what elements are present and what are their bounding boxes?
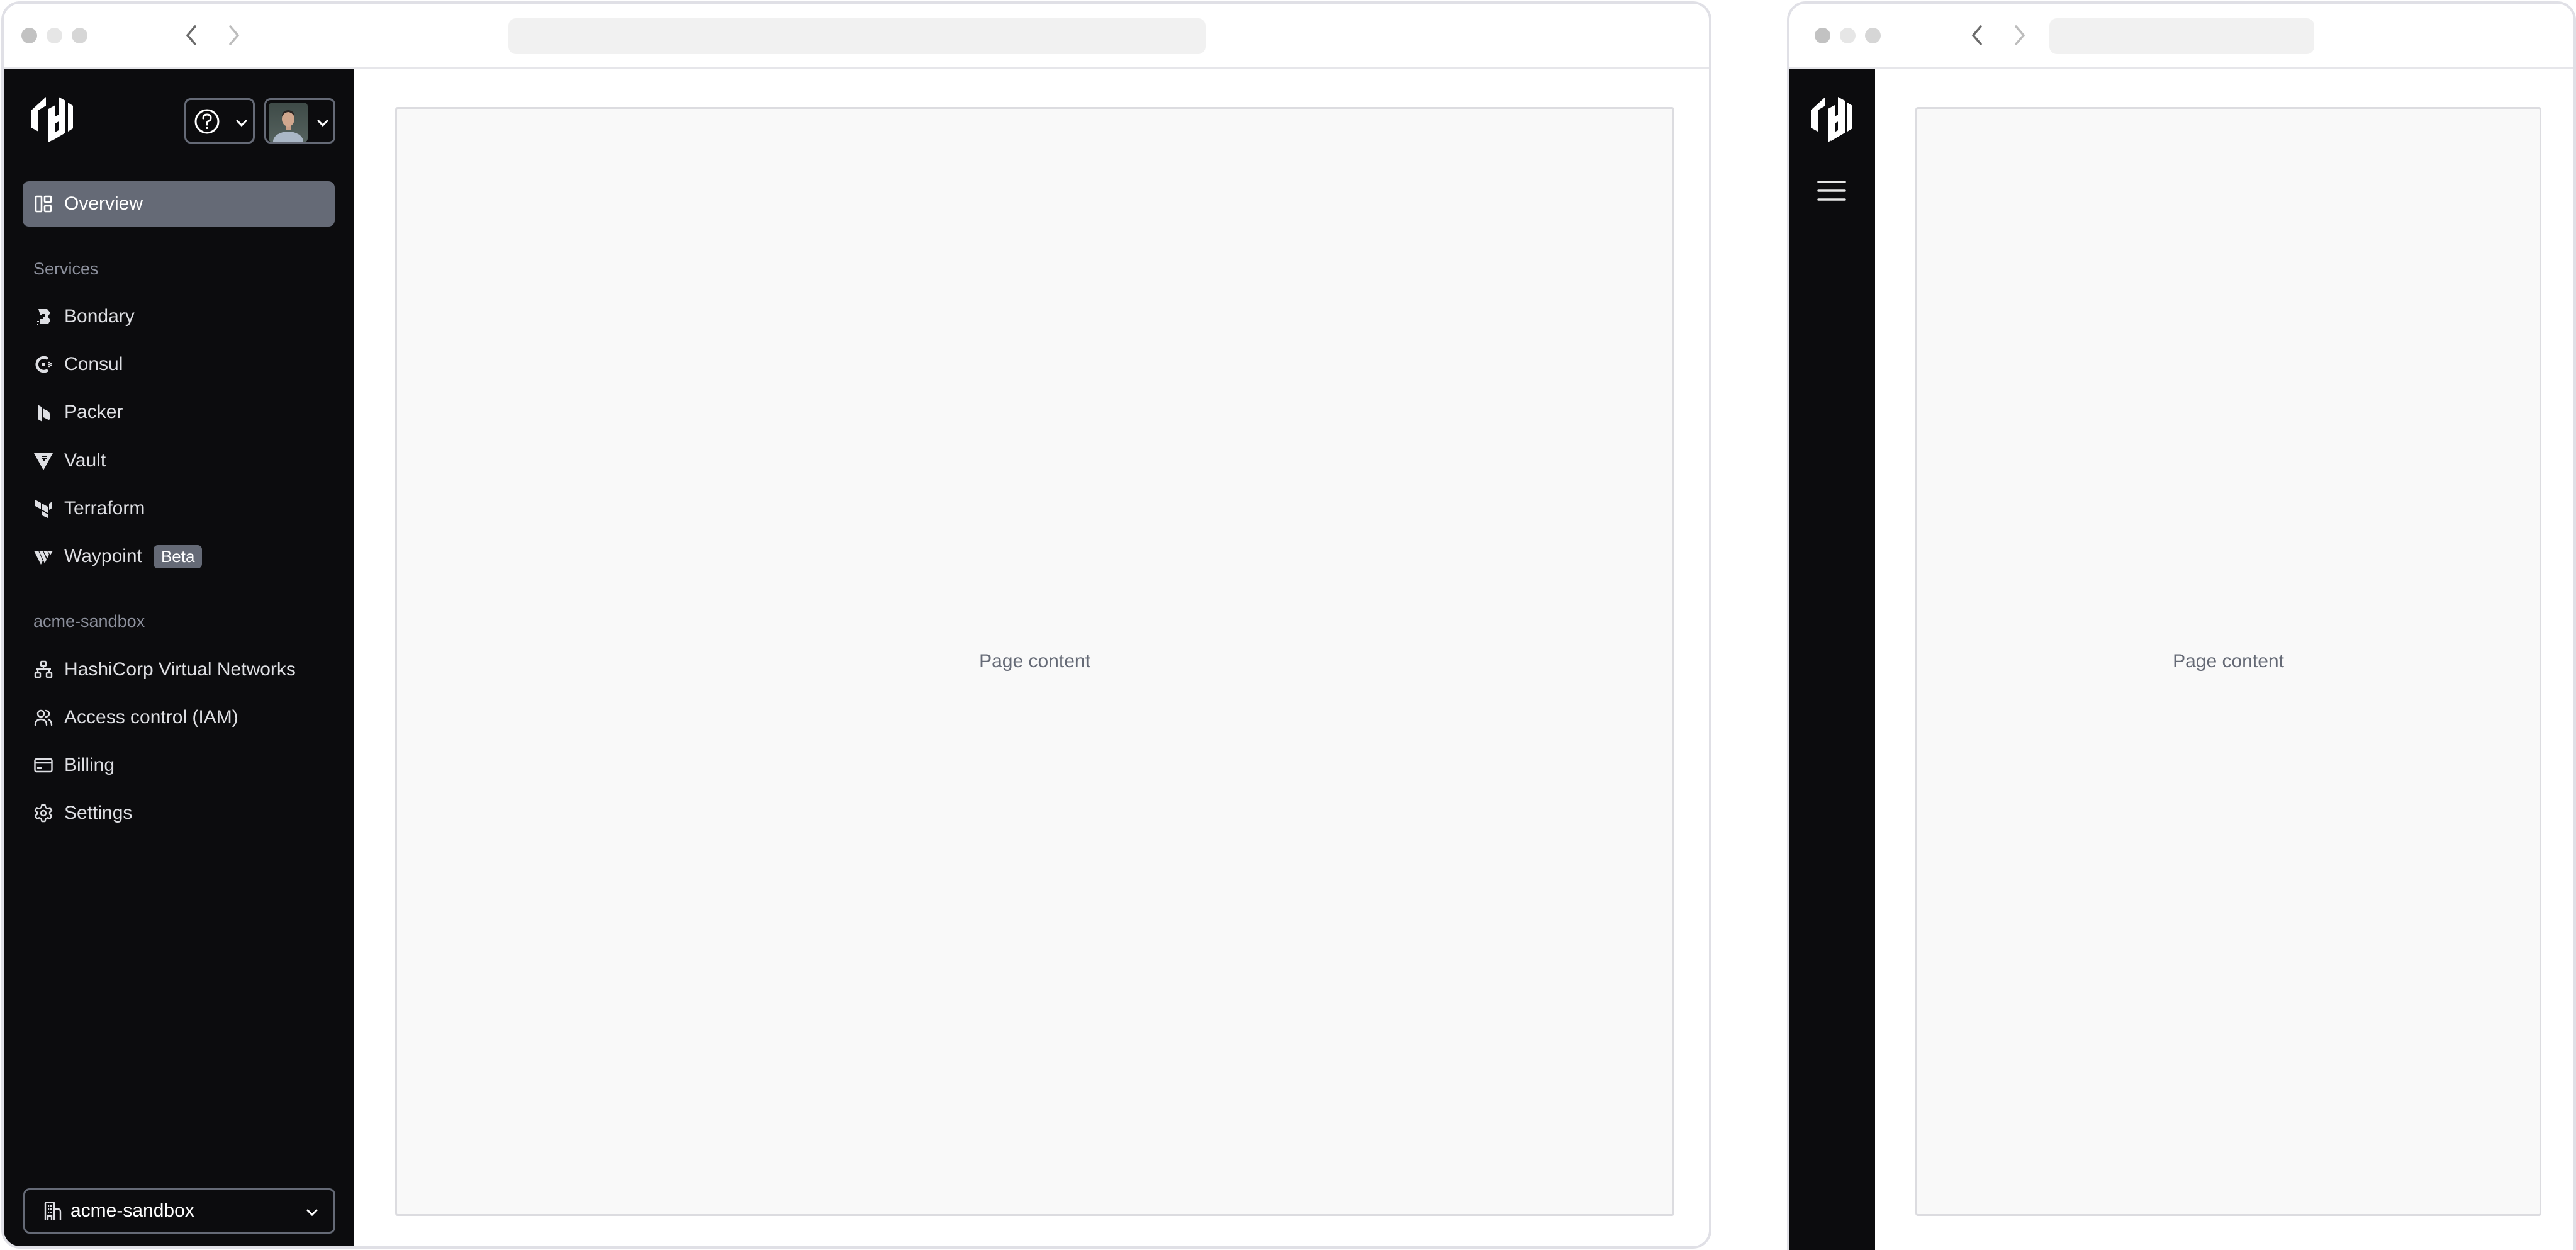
consul-icon xyxy=(35,356,52,373)
sidebar-item-terraform[interactable]: Terraform xyxy=(23,486,335,531)
chevron-left-icon[interactable] xyxy=(182,23,201,48)
page-content-placeholder: Page content xyxy=(1915,107,2541,1216)
url-bar[interactable] xyxy=(2049,18,2314,54)
org-switcher-label: acme-sandbox xyxy=(70,1200,194,1221)
sidebar: Overview Services Bondary Consul Packer … xyxy=(4,69,354,1246)
chevron-right-icon[interactable] xyxy=(2010,23,2029,48)
sidebar-item-label: HashiCorp Virtual Networks xyxy=(64,659,296,680)
collapsed-browser-window: Page content xyxy=(1787,1,2576,1250)
waypoint-icon xyxy=(34,551,53,565)
help-menu-button[interactable] xyxy=(184,98,255,144)
sidebar-item-label: Settings xyxy=(64,802,133,823)
sidebar-item-packer[interactable]: Packer xyxy=(23,390,335,435)
browser-chrome xyxy=(4,4,1709,69)
sidebar-item-billing[interactable]: Billing xyxy=(23,743,335,788)
sidebar-item-consul[interactable]: Consul xyxy=(23,342,335,387)
sidebar-item-label: Billing xyxy=(64,755,115,775)
desktop-browser-window: Overview Services Bondary Consul Packer … xyxy=(1,1,1711,1249)
section-label-services: Services xyxy=(33,259,99,278)
network-icon xyxy=(34,660,53,678)
minimize-window-button[interactable] xyxy=(47,28,62,43)
sidebar-item-boundary[interactable]: Bondary xyxy=(23,294,335,339)
sidebar-item-label: Vault xyxy=(64,450,106,471)
packer-icon xyxy=(38,405,50,422)
gear-icon xyxy=(34,804,53,823)
section-label-org: acme-sandbox xyxy=(33,612,145,631)
sidebar-item-label: Packer xyxy=(64,402,123,422)
sidebar-item-label: Terraform xyxy=(64,498,145,519)
page-content-label: Page content xyxy=(979,651,1090,672)
sidebar-item-settings[interactable]: Settings xyxy=(23,791,335,836)
sidebar-item-label: Consul xyxy=(64,354,123,374)
vault-icon xyxy=(34,453,53,470)
maximize-window-button[interactable] xyxy=(1865,28,1881,43)
dashboard-icon xyxy=(35,195,52,213)
sidebar-item-label: Bondary xyxy=(64,306,135,327)
users-icon xyxy=(34,709,53,726)
terraform-icon xyxy=(35,500,52,518)
boundary-icon xyxy=(37,309,50,325)
hashicorp-logo-icon[interactable] xyxy=(30,97,74,142)
sidebar-item-vault[interactable]: Vault xyxy=(23,438,335,483)
chevron-down-icon xyxy=(236,120,247,127)
beta-badge: Beta xyxy=(153,544,203,568)
user-menu-button[interactable] xyxy=(264,98,335,144)
chevron-left-icon[interactable] xyxy=(1968,23,1987,48)
url-bar[interactable] xyxy=(508,18,1206,54)
minimize-window-button[interactable] xyxy=(1840,28,1856,43)
main-content-area: Page content xyxy=(354,69,1709,1246)
chevron-right-icon[interactable] xyxy=(224,23,243,48)
sidebar-item-label: Waypoint xyxy=(64,546,142,566)
sidebar-item-overview[interactable]: Overview xyxy=(23,181,335,227)
chevron-down-icon xyxy=(317,120,328,127)
sidebar-item-waypoint[interactable]: Waypoint Beta xyxy=(23,534,335,579)
sidebar-item-label: Overview xyxy=(64,193,143,214)
org-switcher-dropdown[interactable]: acme-sandbox xyxy=(23,1188,335,1234)
credit-card-icon xyxy=(34,758,53,773)
collapsed-sidebar xyxy=(1789,69,1875,1250)
help-circle-icon xyxy=(194,109,220,134)
sidebar-item-hvn[interactable]: HashiCorp Virtual Networks xyxy=(23,647,335,692)
main-content-area: Page content xyxy=(1875,69,2573,1250)
hashicorp-logo-icon[interactable] xyxy=(1810,97,1854,142)
maximize-window-button[interactable] xyxy=(72,28,87,43)
avatar xyxy=(269,103,308,142)
browser-chrome xyxy=(1789,4,2573,69)
chevron-down-icon xyxy=(306,1209,318,1217)
building-icon xyxy=(44,1202,62,1220)
page-content-placeholder: Page content xyxy=(395,107,1674,1216)
user-photo-icon xyxy=(273,110,303,142)
close-window-button[interactable] xyxy=(1815,28,1830,43)
sidebar-item-label: Access control (IAM) xyxy=(64,707,238,728)
close-window-button[interactable] xyxy=(21,28,37,43)
sidebar-item-iam[interactable]: Access control (IAM) xyxy=(23,695,335,740)
hamburger-menu-icon[interactable] xyxy=(1817,180,1846,201)
page-content-label: Page content xyxy=(2173,651,2284,672)
